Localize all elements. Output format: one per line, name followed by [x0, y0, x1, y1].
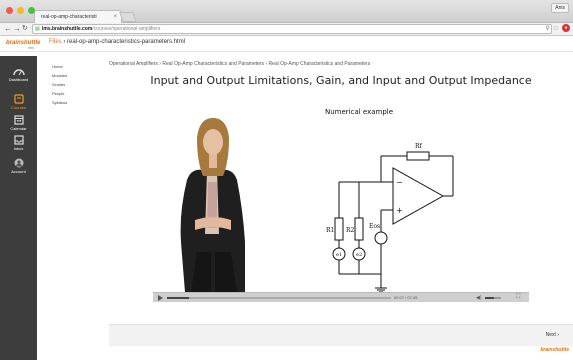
nav-label-dashboard: Dashboard	[8, 77, 29, 82]
play-icon[interactable]	[158, 295, 163, 301]
file-breadcrumb: Files › real-op-amp-characteristics-para…	[49, 39, 185, 45]
footer-logo: brainshuttle	[540, 347, 569, 353]
nav-item-inbox[interactable]: Inbox	[0, 135, 37, 151]
fullscreen-icon[interactable]: ⛶	[516, 294, 520, 301]
eos-label: Eos	[369, 223, 380, 230]
nav-item-courses[interactable]: Courses	[0, 94, 37, 110]
inverting-input-label: −	[396, 178, 403, 187]
file-crumb-separator: ›	[63, 39, 66, 45]
reload-icon[interactable]: ↻	[22, 24, 28, 34]
progress-bar[interactable]	[167, 297, 391, 299]
module-footer: Next ›	[109, 324, 573, 346]
window-controls	[6, 7, 35, 14]
breadcrumb[interactable]: Operational Amplifiers › Real Op-Amp Cha…	[109, 61, 370, 67]
nav-label-inbox: Inbox	[13, 146, 24, 151]
nav-label-courses: Courses	[11, 105, 26, 110]
course-navigation: Home Modules Grades People Syllabus	[52, 62, 67, 107]
brand-logo[interactable]: brainshuttle lms	[6, 40, 40, 50]
profile-button[interactable]: Anis	[551, 3, 569, 13]
nav-item-calendar[interactable]: Calendar	[0, 115, 37, 131]
volume-slider[interactable]	[485, 297, 501, 299]
book-icon	[13, 94, 25, 104]
nav-item-dashboard[interactable]: Dashboard	[0, 66, 37, 82]
close-tab-icon[interactable]: ×	[113, 11, 117, 23]
next-button[interactable]: Next ›	[546, 332, 559, 338]
search-icon[interactable]: ⚲	[545, 25, 549, 32]
extension-icon[interactable]: ●	[562, 24, 570, 32]
time-display: 00:07 / 07:45	[394, 295, 418, 300]
course-nav-grades[interactable]: Grades	[52, 80, 67, 89]
toolbar-icons: ⚲ ☆ ●	[545, 24, 570, 32]
new-tab-button[interactable]	[119, 12, 137, 22]
speedometer-icon	[12, 66, 25, 76]
volume-icon[interactable]: ◀)	[476, 295, 482, 301]
file-name: real-op-amp-characteristics-parameters.h…	[67, 39, 186, 45]
close-window-button[interactable]	[6, 7, 13, 14]
noninverting-input-label: +	[396, 206, 403, 215]
files-link[interactable]: Files	[49, 39, 62, 45]
lecture-title: Input and Output Limitations, Gain, and …	[150, 74, 532, 87]
brand-bar: brainshuttle lms Files › real-op-amp-cha…	[0, 36, 573, 52]
numerical-example-label: Numerical example	[325, 108, 394, 116]
url-domain: lms.brainshuttle.com	[42, 26, 93, 32]
url-path: /courses/operational-amplifiers	[92, 26, 161, 32]
course-nav-modules[interactable]: Modules	[52, 71, 67, 80]
video-frame: Rf R1 R2 Eos e1 e2 − +	[153, 92, 529, 292]
r1-label: R1	[326, 227, 334, 234]
r2-label: R2	[346, 227, 355, 234]
minimize-window-button[interactable]	[17, 7, 24, 14]
page-icon: ▤	[35, 26, 40, 32]
rf-label: Rf	[415, 143, 423, 150]
browser-tab[interactable]: real-op-amp-characteristi ×	[34, 10, 122, 23]
course-nav-syllabus[interactable]: Syllabus	[52, 98, 67, 107]
forward-arrow-icon[interactable]: →	[13, 24, 21, 34]
e2-label: e2	[356, 252, 362, 258]
bookmark-star-icon[interactable]: ☆	[553, 24, 559, 32]
browser-toolbar: ← → ↻ ▤ lms.brainshuttle.com/courses/ope…	[0, 23, 573, 36]
course-nav-people[interactable]: People	[52, 89, 67, 98]
video-player[interactable]: Rf R1 R2 Eos e1 e2 − + Numerical example…	[153, 92, 529, 302]
logo-text: brainshuttle	[6, 40, 41, 46]
account-icon	[13, 158, 25, 168]
nav-label-calendar: Calendar	[10, 126, 27, 131]
progress-fill	[167, 297, 190, 299]
volume-fill	[485, 297, 494, 299]
browser-window: real-op-amp-characteristi × Anis ← → ↻ ▤…	[0, 0, 573, 360]
player-controls: 00:07 / 07:45 ◀) ⛶	[153, 292, 529, 302]
nav-item-account[interactable]: Account	[0, 158, 37, 174]
back-arrow-icon[interactable]: ←	[4, 24, 12, 34]
web-page: brainshuttle lms Files › real-op-amp-cha…	[0, 36, 573, 360]
address-bar[interactable]: ▤ lms.brainshuttle.com/courses/operation…	[32, 24, 552, 34]
inbox-icon	[13, 135, 25, 145]
course-nav-home[interactable]: Home	[52, 62, 67, 71]
tab-title: real-op-amp-characteristi	[41, 14, 97, 20]
e1-label: e1	[336, 252, 342, 258]
global-navigation: Dashboard Courses Calendar Inbox Account	[0, 56, 37, 360]
title-bar: real-op-amp-characteristi × Anis	[0, 0, 573, 23]
nav-label-account: Account	[11, 169, 26, 174]
calendar-icon	[13, 115, 25, 125]
